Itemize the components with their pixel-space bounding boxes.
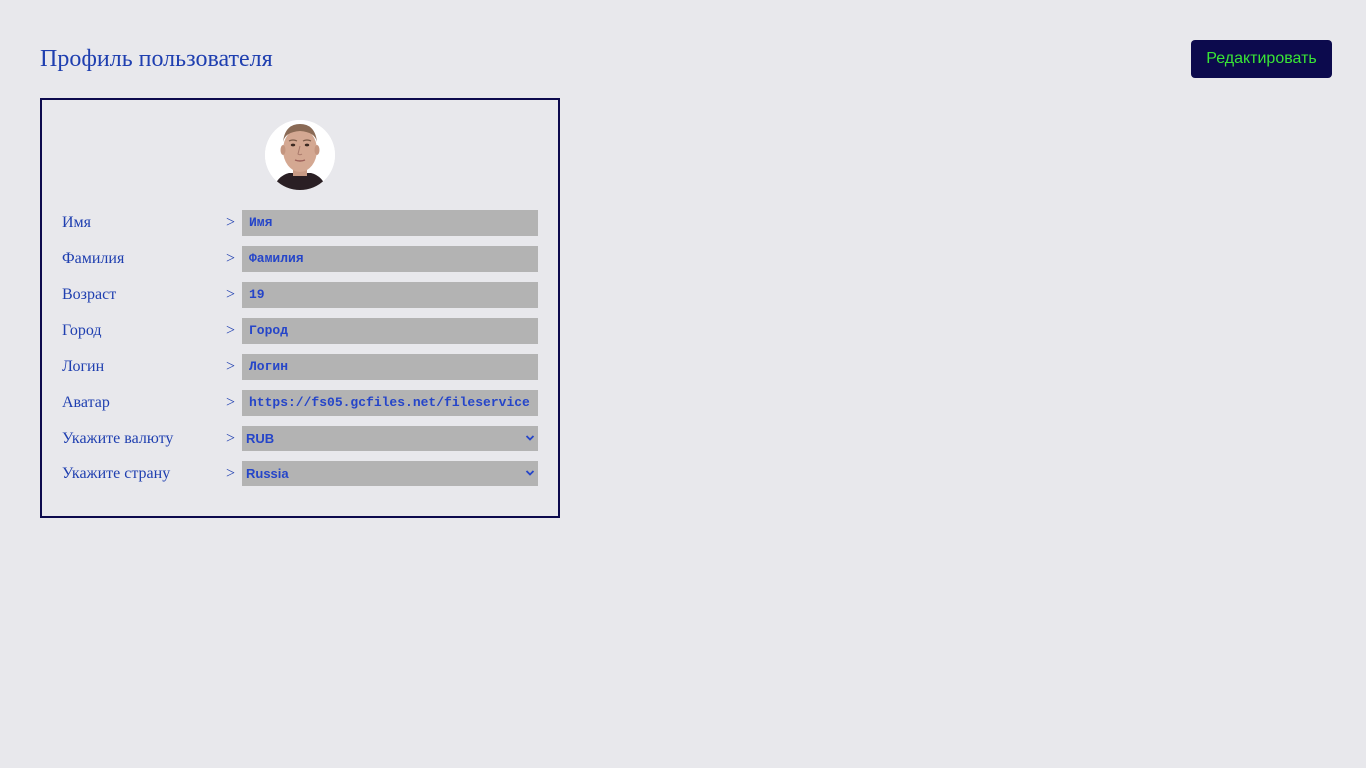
field-arrow: > [226,430,236,447]
currency-select[interactable]: RUB [242,426,538,451]
field-label: Укажите валюту [62,430,174,447]
chevron-down-icon [525,470,535,476]
field-row-city: Город > [62,318,538,344]
avatar-url-input[interactable] [242,390,538,416]
city-input[interactable] [242,318,538,344]
first-name-input[interactable] [242,210,538,236]
age-input[interactable] [242,282,538,308]
avatar [265,120,335,190]
field-label: Имя [62,214,92,231]
field-row-currency: Укажите валюту > RUB [62,426,538,452]
field-label: Аватар [62,394,110,411]
avatar-photo [265,120,335,190]
field-label: Город [62,322,102,339]
field-row-avatar-url: Аватар > [62,390,538,416]
field-arrow: > [226,322,236,339]
field-arrow: > [226,358,236,375]
field-arrow: > [226,286,236,303]
country-select[interactable]: Russia [242,461,538,486]
edit-button[interactable]: Редактировать [1191,40,1332,78]
field-row-first-name: Имя > [62,210,538,236]
page-title: Профиль пользователя [40,46,273,72]
field-arrow: > [226,394,236,411]
field-label: Фамилия [62,250,125,267]
chevron-down-icon [525,435,535,441]
field-row-country: Укажите страну > Russia [62,461,538,487]
currency-select-value: RUB [246,431,275,446]
country-select-value: Russia [246,466,289,481]
field-label: Логин [62,358,105,375]
field-arrow: > [226,250,236,267]
field-row-last-name: Фамилия > [62,246,538,272]
field-arrow: > [226,465,236,482]
field-row-age: Возраст > [62,282,538,308]
field-row-login: Логин > [62,354,538,380]
login-input[interactable] [242,354,538,380]
field-label: Возраст [62,286,117,303]
field-arrow: > [226,214,236,231]
profile-card: Имя > Фамилия > Возраст > Город > Логин … [40,98,560,518]
last-name-input[interactable] [242,246,538,272]
field-label: Укажите страну [62,465,171,482]
